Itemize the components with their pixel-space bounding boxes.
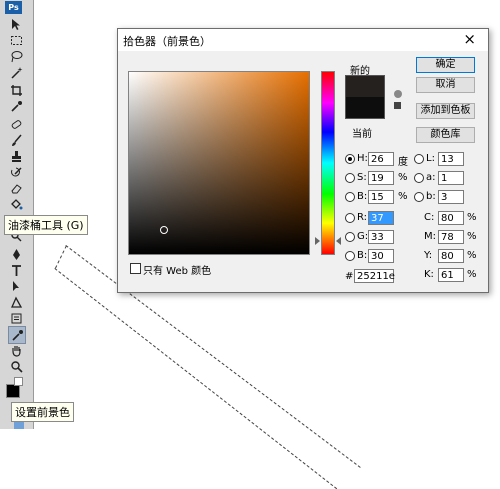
red-radio[interactable] bbox=[345, 213, 355, 223]
eyedropper-tool-icon[interactable] bbox=[8, 98, 24, 114]
cancel-button[interactable]: 取消 bbox=[416, 77, 475, 93]
hue-radio[interactable] bbox=[345, 154, 355, 164]
close-icon[interactable]: × bbox=[463, 31, 476, 47]
blue-label: B: bbox=[357, 250, 368, 261]
hue-slider[interactable] bbox=[321, 71, 335, 255]
lasso-tool-icon[interactable] bbox=[8, 48, 24, 64]
eraser-tool-icon[interactable] bbox=[8, 180, 24, 196]
type-tool-icon[interactable] bbox=[8, 262, 24, 278]
pen-tool-icon[interactable] bbox=[8, 246, 24, 262]
yellow-unit: % bbox=[467, 250, 477, 261]
web-safe-cube-icon[interactable] bbox=[394, 102, 401, 109]
shape-tool-icon[interactable] bbox=[8, 294, 24, 310]
black-input[interactable]: 61 bbox=[438, 268, 464, 282]
red-label: R: bbox=[357, 212, 368, 223]
hex-label: # bbox=[345, 271, 354, 282]
hue-input[interactable]: 26 bbox=[368, 152, 394, 166]
lab-b-radio[interactable] bbox=[414, 192, 424, 202]
black-label: K: bbox=[424, 269, 434, 280]
lab-a-input[interactable]: 1 bbox=[438, 171, 464, 185]
background-color-swatch[interactable] bbox=[14, 377, 23, 386]
brightness-radio[interactable] bbox=[345, 192, 355, 202]
clone-stamp-tool-icon[interactable] bbox=[8, 148, 24, 164]
brush-tool-icon[interactable] bbox=[8, 132, 24, 148]
saturation-unit: % bbox=[398, 172, 408, 183]
magenta-label: M: bbox=[424, 231, 436, 242]
selection-marquee-edge bbox=[55, 245, 67, 269]
move-tool-icon[interactable] bbox=[8, 16, 24, 32]
lab-b-label: b: bbox=[426, 191, 436, 202]
cyan-unit: % bbox=[467, 212, 477, 223]
gamut-warning-icon[interactable] bbox=[394, 90, 402, 98]
yellow-label: Y: bbox=[424, 250, 433, 261]
healing-brush-tool-icon[interactable] bbox=[8, 116, 24, 132]
lab-b-input[interactable]: 3 bbox=[438, 190, 464, 204]
foreground-color-swatch[interactable] bbox=[6, 384, 20, 398]
ok-button[interactable]: 确定 bbox=[416, 57, 475, 73]
saturation-radio[interactable] bbox=[345, 173, 355, 183]
lightness-input[interactable]: 13 bbox=[438, 152, 464, 166]
color-libraries-button[interactable]: 颜色库 bbox=[416, 127, 475, 143]
yellow-input[interactable]: 80 bbox=[438, 249, 464, 263]
hand-tool-icon[interactable] bbox=[8, 342, 24, 358]
saturation-input[interactable]: 19 bbox=[368, 171, 394, 185]
current-color-swatch[interactable] bbox=[345, 97, 385, 119]
hue-label: H: bbox=[357, 153, 368, 164]
tooltip-paint-bucket: 油漆桶工具 (G) bbox=[4, 215, 88, 235]
hue-slider-right-arrow-icon[interactable] bbox=[336, 237, 341, 245]
dialog-titlebar[interactable]: 拾色器（前景色） × bbox=[118, 29, 488, 51]
color-field-cursor[interactable] bbox=[160, 226, 168, 234]
ps-logo: Ps bbox=[5, 1, 22, 14]
dialog-title: 拾色器（前景色） bbox=[123, 35, 211, 48]
paint-bucket-tool-icon[interactable] bbox=[8, 196, 24, 212]
black-unit: % bbox=[467, 269, 477, 280]
tooltip-set-foreground: 设置前景色 bbox=[11, 402, 74, 422]
cyan-input[interactable]: 80 bbox=[438, 211, 464, 225]
magic-wand-tool-icon[interactable] bbox=[8, 64, 24, 80]
color-picker-dialog: 拾色器（前景色） × 新的 当前 确定 取消 添加到色板 颜色库 H: 26 度… bbox=[117, 28, 489, 293]
magenta-input[interactable]: 78 bbox=[438, 230, 464, 244]
zoom-tool-icon[interactable] bbox=[8, 358, 24, 374]
hue-unit: 度 bbox=[398, 157, 408, 168]
magenta-unit: % bbox=[467, 231, 477, 242]
red-input[interactable]: 37 bbox=[368, 211, 394, 225]
lab-a-label: a: bbox=[426, 172, 436, 183]
hue-slider-left-arrow-icon[interactable] bbox=[315, 237, 320, 245]
add-to-swatches-button[interactable]: 添加到色板 bbox=[416, 103, 475, 119]
marquee-tool-icon[interactable] bbox=[8, 32, 24, 48]
brightness-unit: % bbox=[398, 191, 408, 202]
brightness-input[interactable]: 15 bbox=[368, 190, 394, 204]
new-color-swatch bbox=[345, 75, 385, 97]
blue-input[interactable]: 30 bbox=[368, 249, 394, 263]
lab-a-radio[interactable] bbox=[414, 173, 424, 183]
selection-marquee-edge bbox=[54, 268, 338, 489]
green-radio[interactable] bbox=[345, 232, 355, 242]
path-selection-tool-icon[interactable] bbox=[8, 278, 24, 294]
lightness-radio[interactable] bbox=[414, 154, 424, 164]
brightness-label: B: bbox=[357, 191, 368, 202]
lightness-label: L: bbox=[426, 153, 435, 164]
cyan-label: C: bbox=[424, 212, 435, 223]
crop-tool-icon[interactable] bbox=[8, 82, 24, 98]
green-input[interactable]: 33 bbox=[368, 230, 394, 244]
current-color-label: 当前 bbox=[352, 129, 372, 140]
green-label: G: bbox=[357, 231, 369, 242]
blue-radio[interactable] bbox=[345, 251, 355, 261]
notes-tool-icon[interactable] bbox=[8, 310, 24, 326]
hex-input[interactable]: 25211e bbox=[354, 269, 395, 283]
color-field[interactable] bbox=[128, 71, 310, 255]
web-only-label: 只有 Web 颜色 bbox=[143, 266, 212, 277]
saturation-label: S: bbox=[357, 172, 367, 183]
history-brush-tool-icon[interactable] bbox=[8, 164, 24, 180]
web-only-checkbox[interactable] bbox=[130, 263, 141, 274]
